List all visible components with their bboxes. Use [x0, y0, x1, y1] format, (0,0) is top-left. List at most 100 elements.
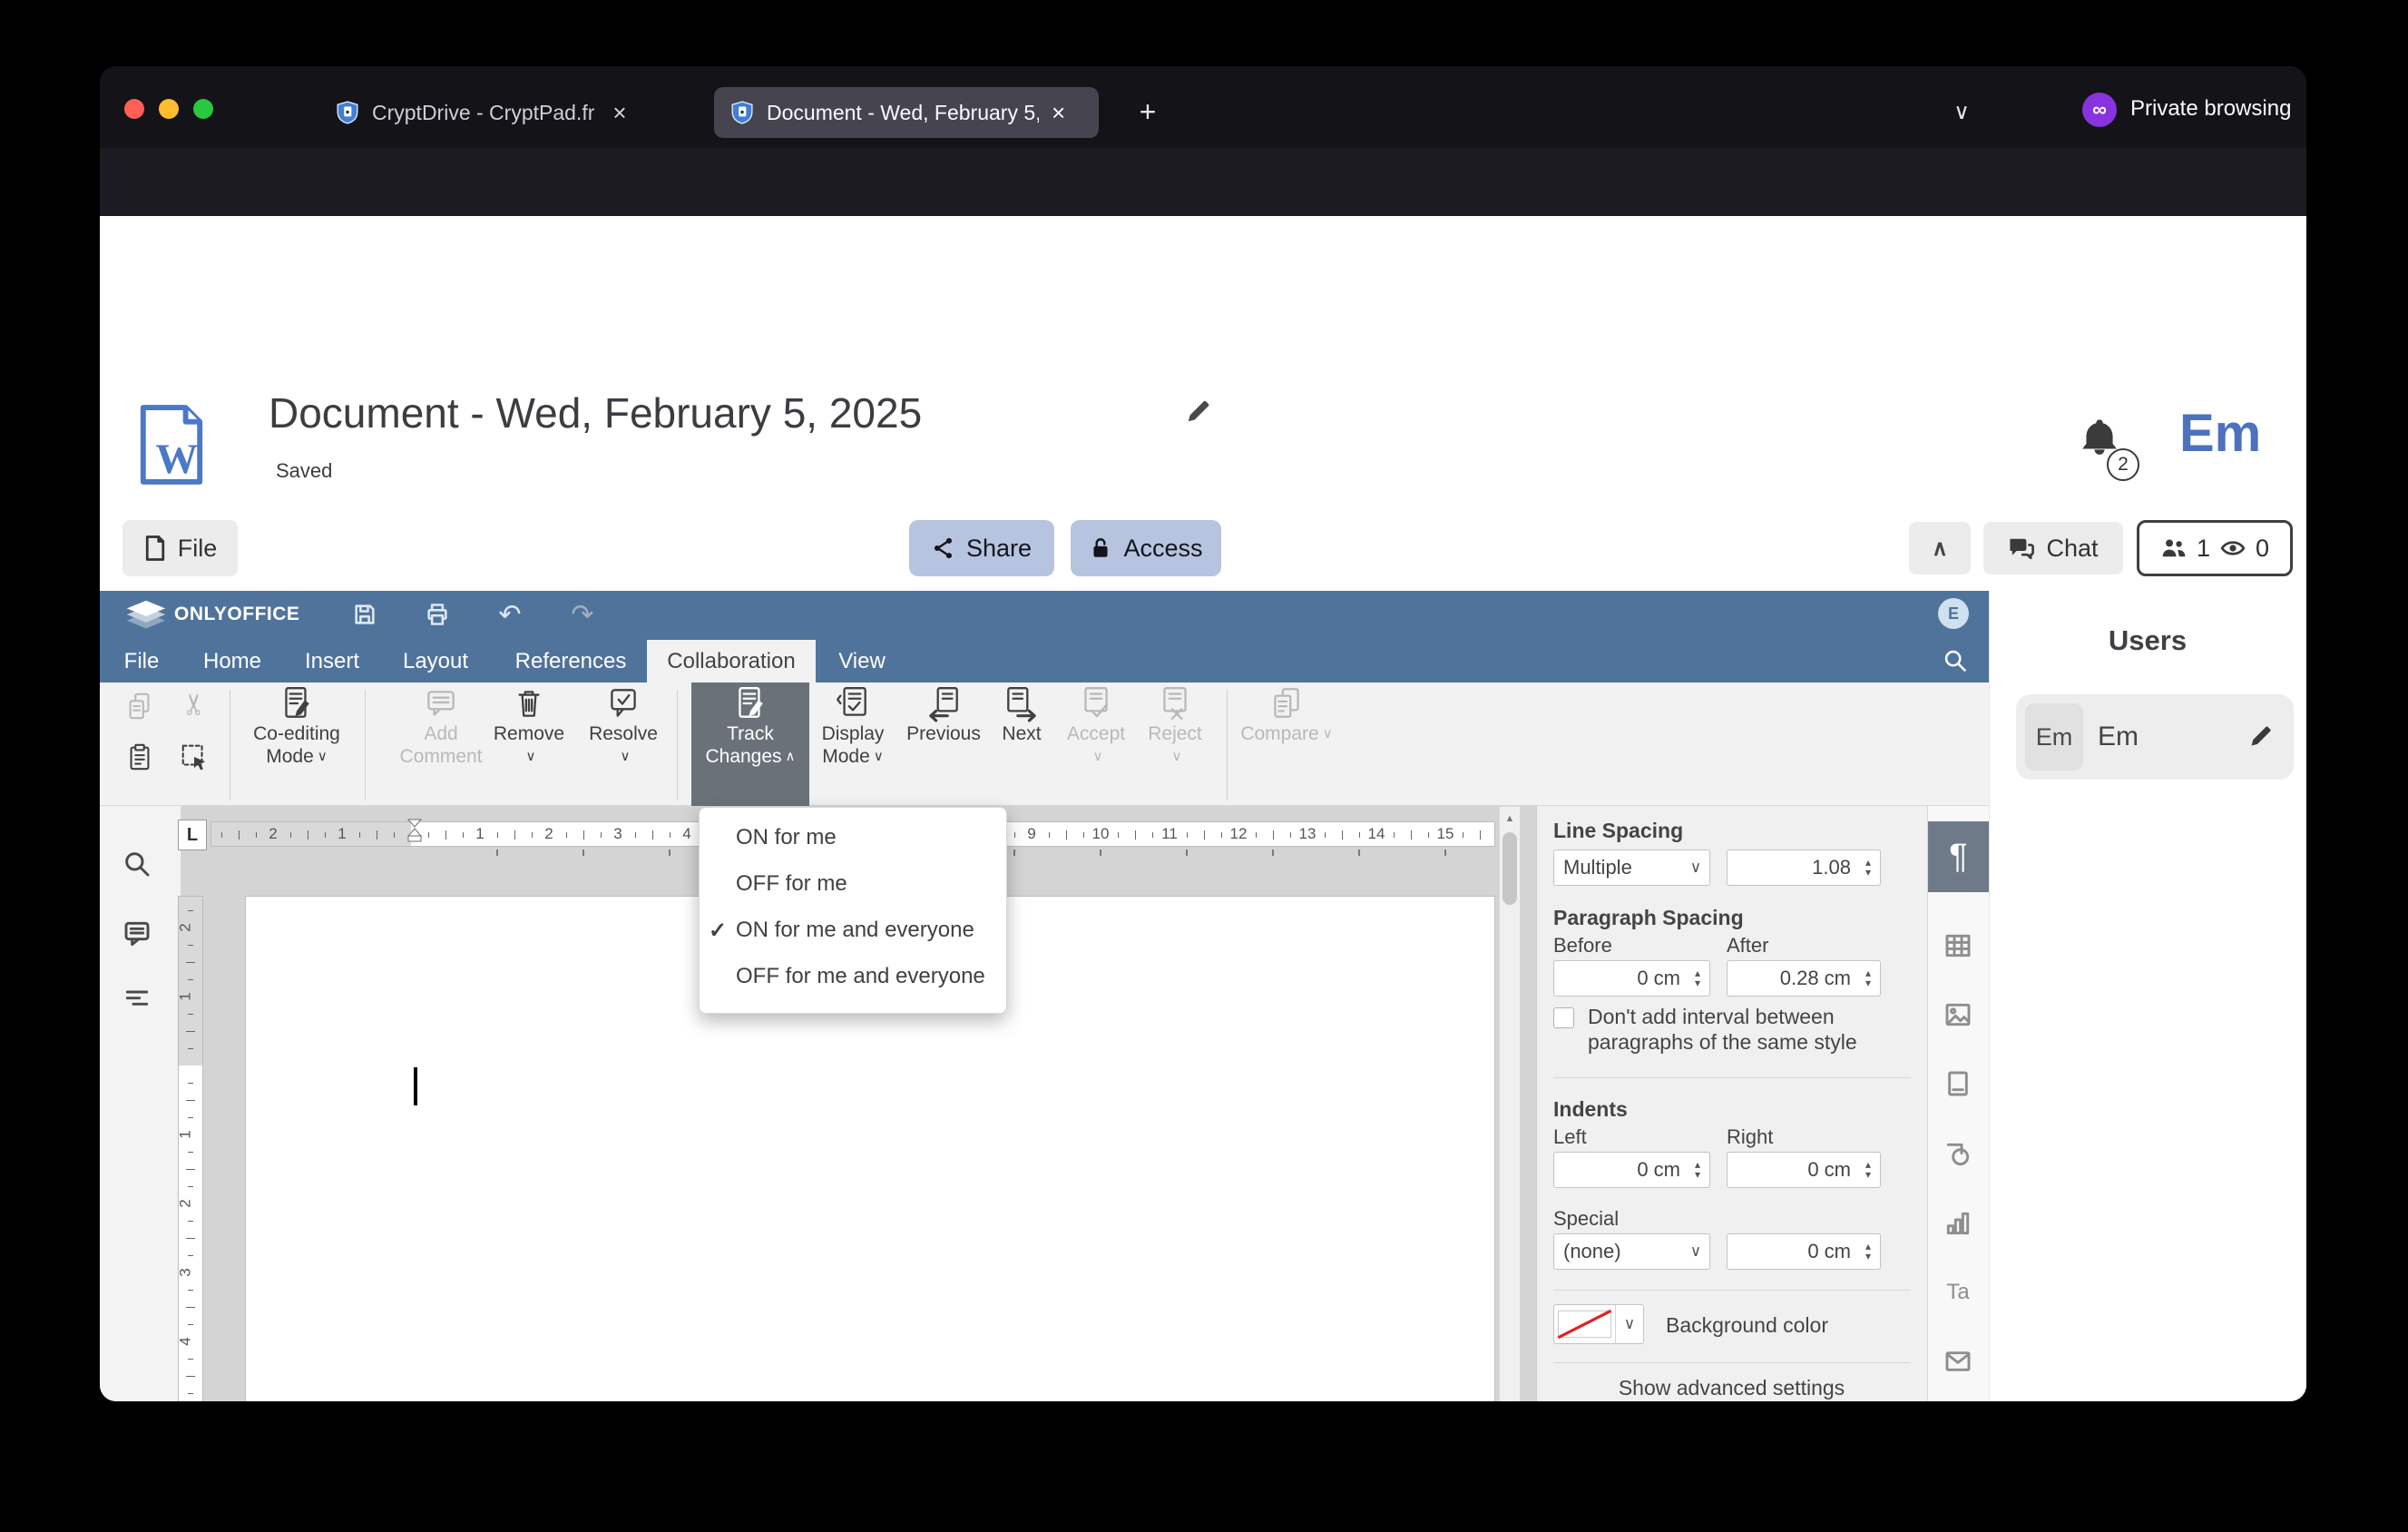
chat-button-label: Chat: [2046, 534, 2099, 562]
tab-selector-box[interactable]: L: [178, 820, 207, 850]
interval-checkbox[interactable]: [1553, 1007, 1574, 1028]
before-label: Before: [1553, 934, 1612, 957]
paragraph-settings-tab[interactable]: ¶: [1928, 821, 1989, 892]
vertical-scrollbar[interactable]: ▲ ▼ ▼▼: [1499, 806, 1521, 1401]
resolve-comment-button[interactable]: Resolve ∨: [576, 684, 671, 802]
special-select[interactable]: (none) ∨: [1553, 1233, 1710, 1270]
indent-left-spinner[interactable]: 0 cm ▴ ▾: [1553, 1152, 1710, 1188]
close-window-button[interactable]: [124, 99, 144, 119]
line-spacing-select[interactable]: Multiple ∨: [1553, 849, 1710, 886]
tab-view[interactable]: View: [838, 640, 886, 683]
tab-document-active[interactable]: Document - Wed, February 5, 2 ×: [714, 87, 1099, 138]
menu-item-off-for-everyone[interactable]: OFF for me and everyone: [700, 954, 1006, 999]
file-menu-button[interactable]: File: [122, 520, 238, 576]
presence-indicator[interactable]: 1 0: [2137, 520, 2293, 576]
scrollbar-thumb[interactable]: [1503, 832, 1517, 905]
header-footer-settings-tab[interactable]: [1943, 1069, 1972, 1098]
text-caret: [414, 1067, 417, 1105]
scroll-up-arrow[interactable]: ▲: [1501, 808, 1519, 830]
mail-merge-tab[interactable]: [1943, 1347, 1972, 1376]
interval-checkbox-label[interactable]: Don't add interval between paragraphs of …: [1588, 1004, 1857, 1055]
maximize-window-button[interactable]: [193, 99, 213, 119]
tab-cryptdrive[interactable]: CryptDrive - CryptPad.fr ×: [319, 87, 682, 138]
cryptpad-page: W Document - Wed, February 5, 2025 Saved…: [100, 216, 2306, 1401]
minimize-window-button[interactable]: [159, 99, 179, 119]
menu-item-off-for-me[interactable]: OFF for me: [700, 861, 1006, 907]
tab-layout[interactable]: Layout: [403, 640, 468, 683]
line-spacing-amount-spinner[interactable]: 1.08 ▴ ▾: [1727, 849, 1881, 886]
indent-marker[interactable]: [406, 819, 423, 849]
browser-nav-bar: ← → ↻ https://cryptpad.fr/doc/#/3/doc/ed…: [100, 148, 2306, 289]
advanced-settings-link[interactable]: Show advanced settings: [1536, 1376, 1927, 1401]
account-menu[interactable]: Em: [2179, 403, 2261, 464]
menu-item-on-for-everyone[interactable]: ✓ ON for me and everyone: [700, 908, 1006, 953]
chart-settings-tab[interactable]: [1943, 1209, 1972, 1238]
save-icon[interactable]: [347, 596, 383, 633]
share-button[interactable]: Share: [909, 520, 1054, 576]
print-icon[interactable]: [419, 596, 455, 633]
tab-home[interactable]: Home: [203, 640, 261, 683]
access-button-label: Access: [1123, 534, 1203, 562]
new-tab-button[interactable]: +: [1130, 93, 1166, 130]
vertical-ruler[interactable]: 1212345: [178, 896, 203, 1401]
rename-pencil-icon[interactable]: [1185, 398, 1212, 425]
special-amount-spinner[interactable]: 0 cm ▴ ▾: [1727, 1233, 1881, 1270]
user-list-item[interactable]: Em Em: [2016, 694, 2294, 780]
reject-change-button[interactable]: Reject ∨: [1134, 684, 1216, 802]
close-tab-icon[interactable]: ×: [612, 99, 626, 127]
line-spacing-label: Line Spacing: [1553, 819, 1684, 842]
indent-right-label: Right: [1727, 1125, 1774, 1148]
access-button[interactable]: Access: [1071, 520, 1221, 576]
reject-icon: [1163, 687, 1187, 720]
search-icon[interactable]: [1940, 645, 1971, 676]
after-label: After: [1727, 934, 1769, 957]
spacing-before-spinner[interactable]: 0 cm ▴ ▾: [1553, 960, 1710, 997]
redo-icon[interactable]: ↷: [564, 596, 601, 633]
copy-icon[interactable]: [123, 690, 156, 722]
resolve-check-icon: [611, 689, 636, 717]
display-mode-button[interactable]: Display Mode ∨: [803, 684, 903, 802]
list-tabs-chevron-icon[interactable]: ∨: [1942, 93, 1982, 130]
compare-icon: [1274, 688, 1299, 718]
comments-panel-icon[interactable]: [122, 918, 152, 948]
indent-left-label: Left: [1553, 1125, 1587, 1148]
coediting-mode-button[interactable]: Co-editing Mode ∨: [238, 684, 356, 802]
accept-change-button[interactable]: Accept ∨: [1055, 684, 1137, 802]
next-change-button[interactable]: Next: [985, 684, 1058, 802]
indent-right-spinner[interactable]: 0 cm ▴ ▾: [1727, 1152, 1881, 1188]
tab-collaboration[interactable]: Collaboration: [667, 640, 795, 683]
menu-item-on-for-me[interactable]: ON for me: [700, 815, 1006, 860]
image-settings-tab[interactable]: [1943, 1000, 1972, 1029]
cut-icon[interactable]: ✂: [178, 688, 210, 721]
select-all-icon[interactable]: [178, 741, 210, 773]
compare-button[interactable]: Compare ∨: [1237, 684, 1336, 802]
tab-references[interactable]: References: [515, 640, 627, 683]
undo-icon[interactable]: ↶: [492, 596, 528, 633]
navigation-headings-icon[interactable]: [122, 984, 152, 1015]
close-tab-icon[interactable]: ×: [1052, 99, 1065, 127]
user-name: Em: [2098, 722, 2139, 751]
tab-insert[interactable]: Insert: [305, 640, 359, 683]
tab-file[interactable]: File: [124, 640, 160, 683]
background-color-picker[interactable]: ∨: [1553, 1304, 1644, 1344]
collaborator-badge[interactable]: E: [1938, 598, 1969, 629]
track-changes-button[interactable]: Track Changes ∧: [691, 683, 809, 806]
chat-button[interactable]: Chat: [1983, 522, 2123, 574]
save-status: Saved: [276, 459, 333, 482]
shape-settings-tab[interactable]: [1943, 1140, 1972, 1169]
collapse-toolbar-button[interactable]: ∧: [1909, 522, 1971, 574]
previous-change-button[interactable]: Previous: [896, 684, 991, 802]
table-settings-tab[interactable]: [1943, 931, 1972, 960]
document-title[interactable]: Document - Wed, February 5, 2025: [269, 388, 922, 437]
color-swatch: [1554, 1305, 1615, 1343]
text-art-settings-tab[interactable]: Ta: [1943, 1278, 1972, 1307]
paste-icon[interactable]: [123, 741, 156, 773]
spacing-after-spinner[interactable]: 0.28 cm ▴ ▾: [1727, 960, 1881, 997]
previous-change-icon: [929, 687, 958, 722]
color-dropdown-caret[interactable]: ∨: [1615, 1305, 1643, 1343]
accept-icon: [1084, 687, 1108, 718]
remove-comment-button[interactable]: Remove ∨: [479, 684, 579, 802]
find-icon[interactable]: [122, 849, 152, 879]
edit-name-pencil-icon[interactable]: [2248, 723, 2274, 749]
users-panel-title: Users: [2108, 624, 2188, 656]
